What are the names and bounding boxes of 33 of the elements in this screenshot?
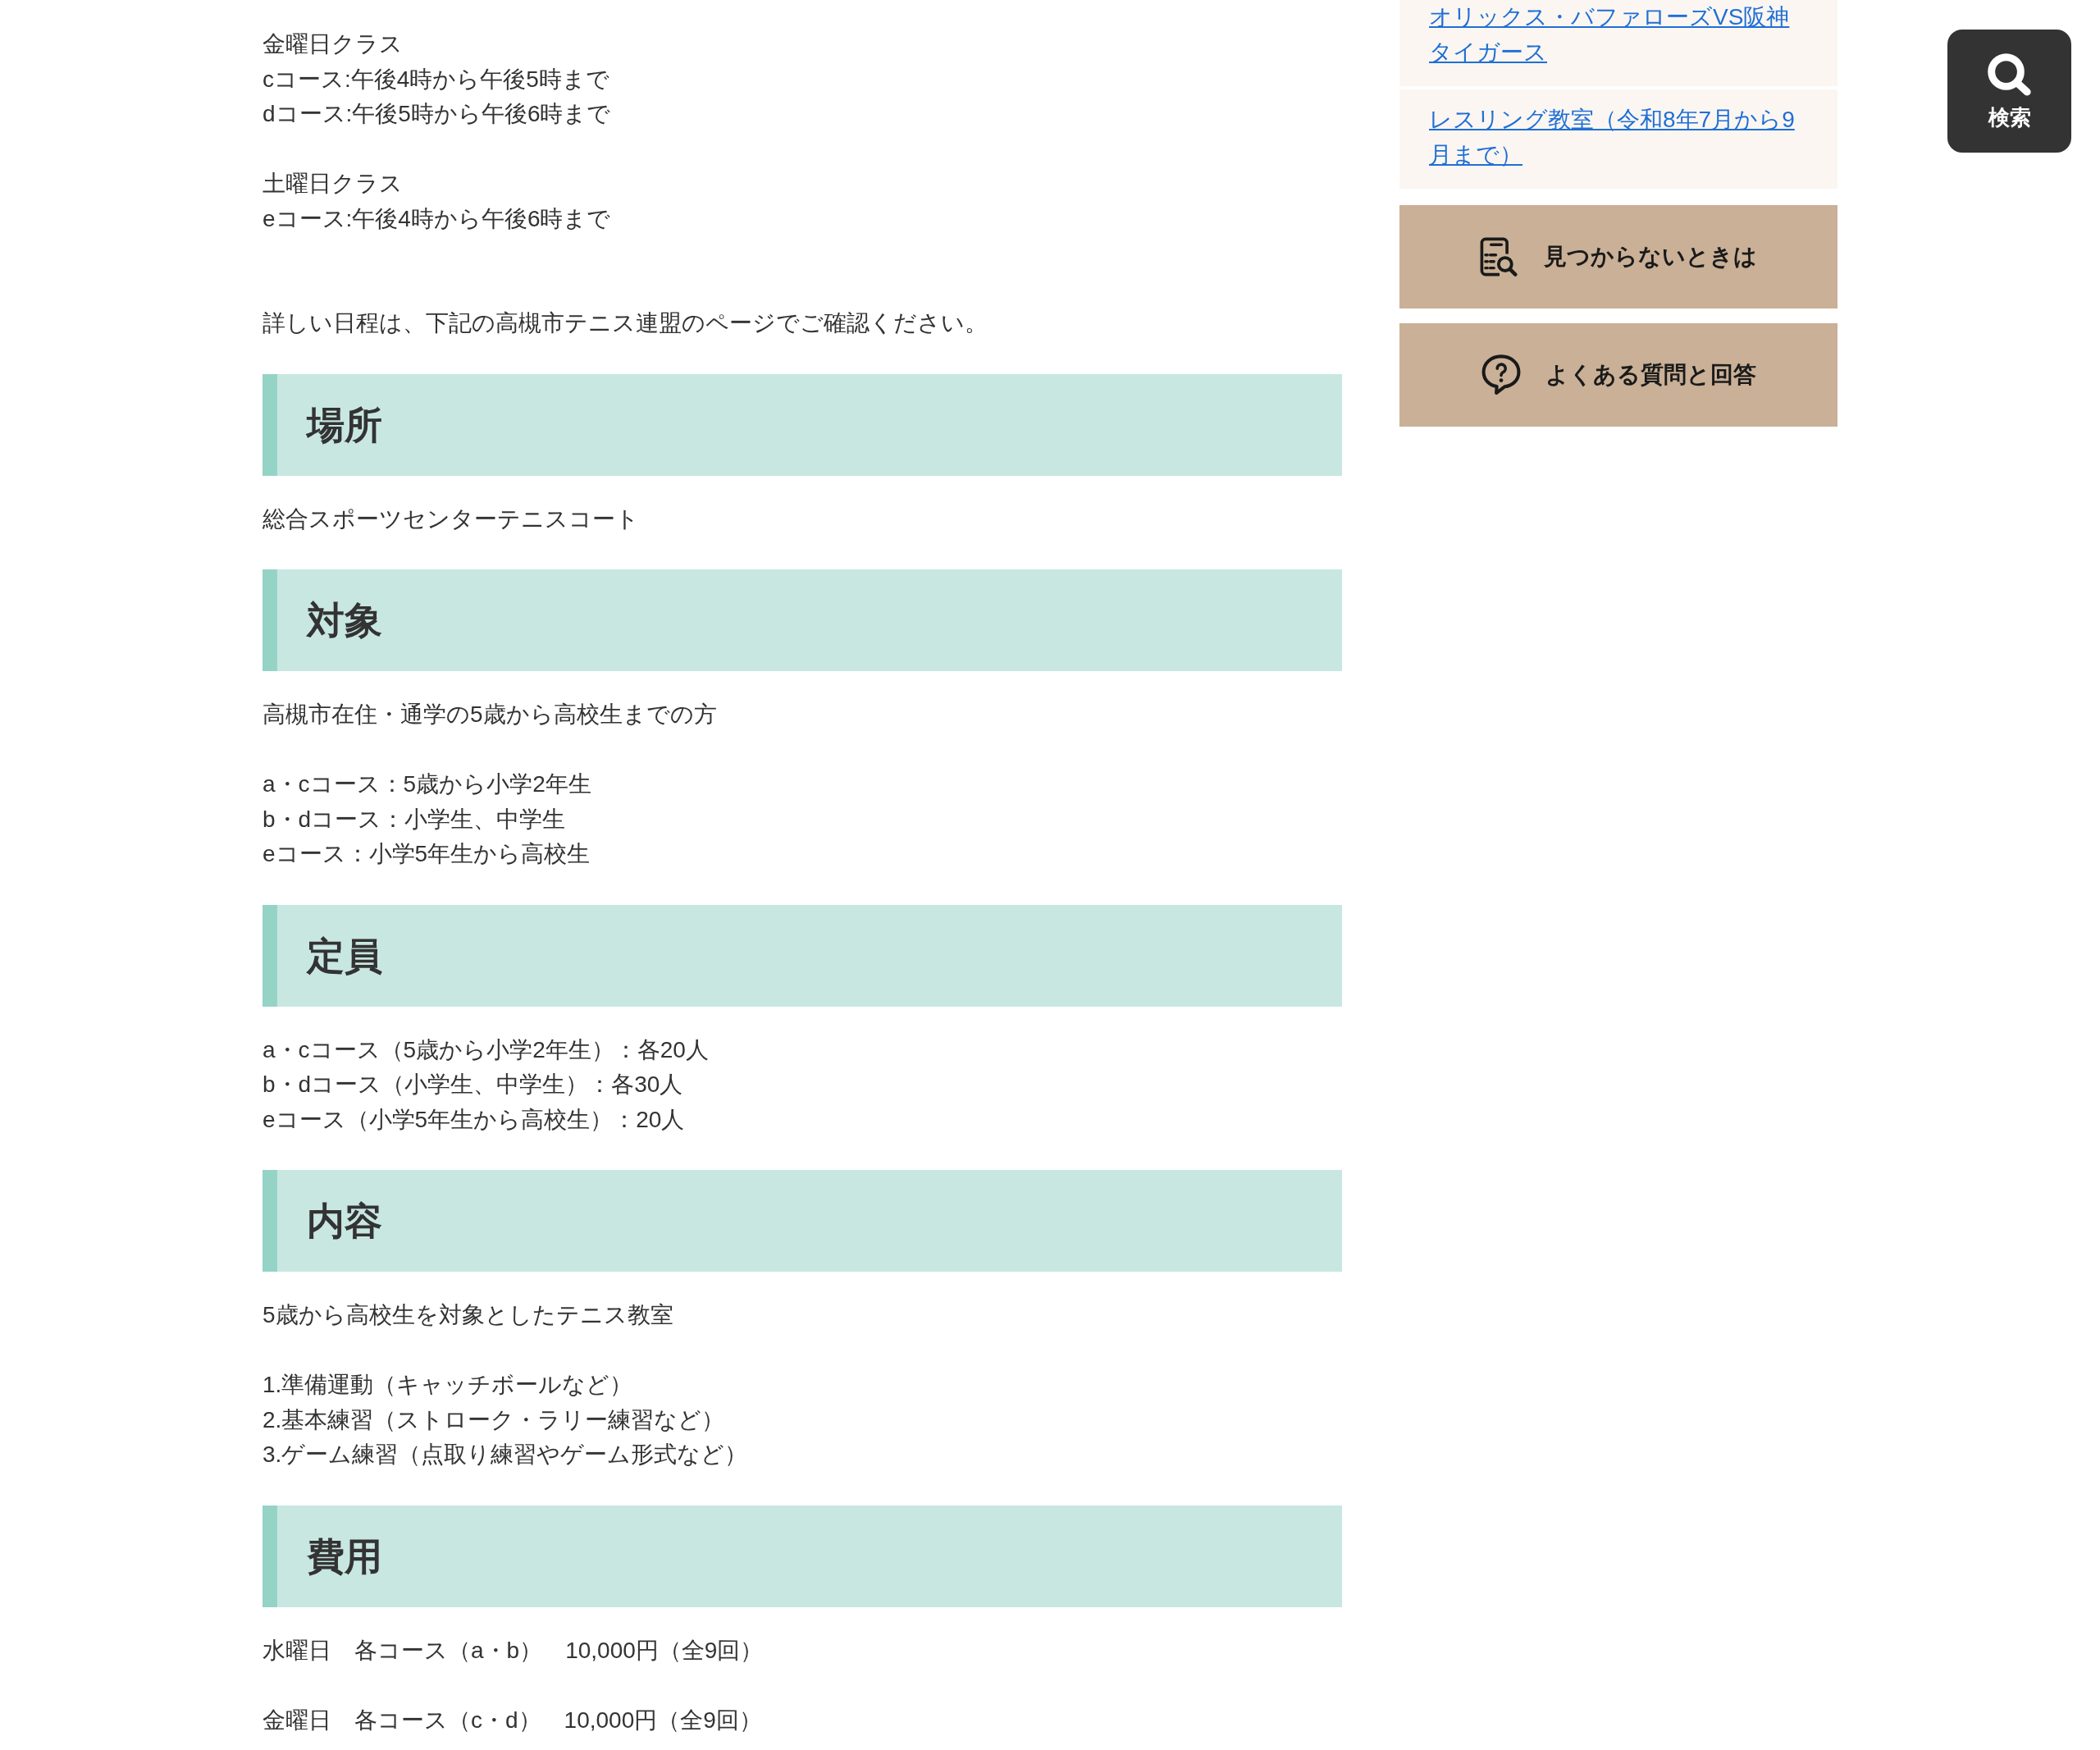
search-button[interactable]: 検索	[1947, 30, 2071, 153]
question-bubble-icon	[1481, 354, 1521, 395]
body-text: 1.準備運動（キャッチボールなど）	[262, 1371, 634, 1399]
body-text: 金曜日 各コース（c・d） 10,000円（全9回）	[262, 1706, 763, 1734]
body-text: b・dコース：小学生、中学生	[262, 805, 567, 834]
body-text: 水曜日 各コース（a・b） 10,000円（全9回）	[262, 1636, 765, 1665]
body-text: eコース（小学5年生から高校生）：20人	[262, 1105, 686, 1134]
body-text: b・dコース（小学生、中学生）：各30人	[262, 1071, 684, 1099]
body-text: eコース：小学5年生から高校生	[262, 840, 591, 868]
page-link[interactable]: レスリング教室（令和8年7月から9月まで）	[1429, 103, 1796, 172]
schedule-text: cコース:午後4時から午後5時まで	[262, 65, 610, 94]
body-text: 5歳から高校生を対象としたテニス教室	[262, 1301, 674, 1329]
section-heading: 場所	[262, 373, 1342, 476]
schedule-text: dコース:午後5時から午後6時まで	[262, 100, 612, 128]
note-text: 詳しい日程は、下記の高槻市テニス連盟のページでご確認ください。	[262, 309, 988, 337]
section-heading: 費用	[262, 1505, 1342, 1607]
body-text: 2.基本練習（ストローク・ラリー練習など）	[262, 1405, 726, 1434]
section-heading: 定員	[262, 904, 1342, 1007]
search-icon	[1985, 53, 2034, 98]
page-link[interactable]: オリックス・バファローズVS阪神タイガース	[1429, 0, 1796, 70]
schedule-text: 金曜日クラス	[262, 30, 404, 58]
section-heading: 対象	[262, 569, 1342, 671]
not-found-button[interactable]: 見つからないときは	[1399, 205, 1838, 308]
schedule-text: eコース:午後4時から午後6時まで	[262, 204, 612, 233]
body-text: 総合スポーツセンターテニスコート	[262, 505, 640, 533]
body-text: 高槻市在住・通学の5歳から高校生までの方	[262, 701, 718, 729]
body-text: 3.ゲーム練習（点取り練習やゲーム形式など）	[262, 1441, 749, 1469]
body-text: a・cコース（5歳から小学2年生）：各20人	[262, 1035, 710, 1064]
schedule-text: 土曜日クラス	[262, 170, 404, 198]
document-search-icon	[1480, 236, 1519, 277]
body-text: a・cコース：5歳から小学2年生	[262, 770, 592, 798]
section-heading: 内容	[262, 1170, 1342, 1272]
faq-button[interactable]: よくある質問と回答	[1399, 323, 1838, 427]
